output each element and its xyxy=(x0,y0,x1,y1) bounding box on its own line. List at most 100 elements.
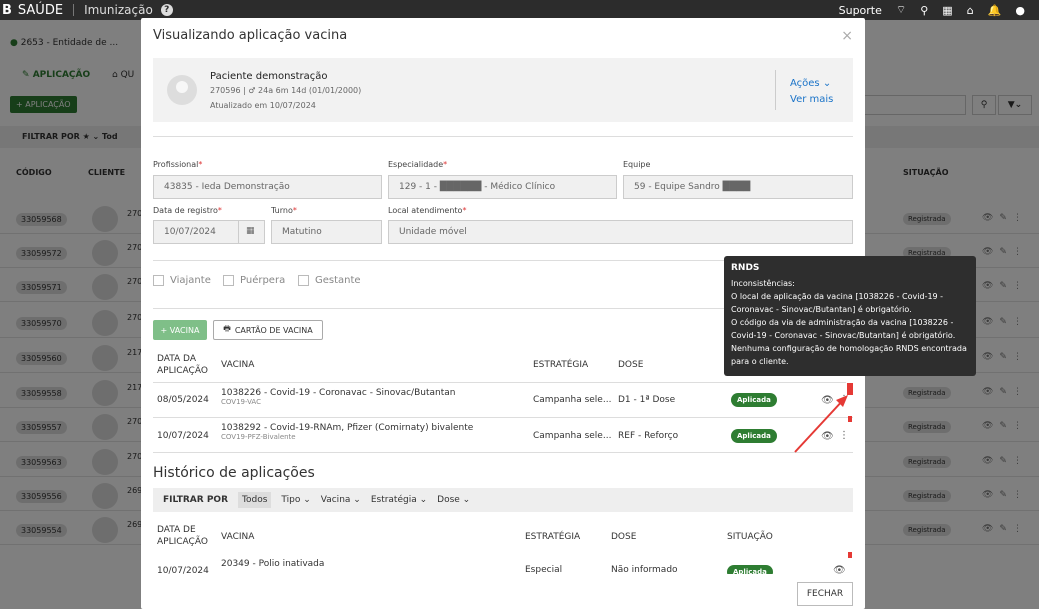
required-marker: * xyxy=(198,160,203,169)
checkbox-box[interactable] xyxy=(153,275,164,286)
rnds-alert-icon[interactable] xyxy=(846,382,854,396)
equipe-label: Equipe xyxy=(623,160,651,169)
history-filter-label: FILTRAR POR xyxy=(163,495,229,505)
filter-todos[interactable]: Todos xyxy=(238,492,272,508)
history-dose: Não informado xyxy=(611,565,678,574)
history-header-situacao: SITUAÇÃO xyxy=(727,532,773,542)
row1-vaccine: 1038226 - Covid-19 - Coronavac - Sinovac… xyxy=(221,388,455,406)
search-icon[interactable]: ⚲ xyxy=(920,4,928,17)
checkbox-label: Gestante xyxy=(315,275,361,286)
patient-info: 270596 | ♂ 24a 6m 14d (01/01/2000) xyxy=(210,86,362,95)
patient-updated: Atualizado em 10/07/2024 xyxy=(210,101,316,110)
status-badge: Aplicada xyxy=(731,393,777,407)
required-marker: * xyxy=(217,206,222,215)
history-vaccine: 20349 - Polio inativada xyxy=(221,559,325,569)
rnds-tooltip: RNDS Inconsistências: O local de aplicaç… xyxy=(724,256,976,376)
printer-icon: 🖶 xyxy=(223,324,231,333)
module-name[interactable]: Imunização xyxy=(84,3,153,17)
filter-vacina[interactable]: Vacina ⌄ xyxy=(321,495,361,505)
avatar-icon[interactable]: ● xyxy=(1015,4,1025,17)
home-icon[interactable]: ⌂ xyxy=(967,4,974,17)
brand-logo[interactable]: B xyxy=(2,3,12,18)
history-row: 10/07/2024 20349 - Polio inativada Espec… xyxy=(153,550,853,574)
header-dose: DOSE xyxy=(618,360,644,370)
divider xyxy=(153,452,853,453)
apps-grid-icon[interactable]: ▦ xyxy=(942,4,952,17)
row2-dose: REF - Reforço xyxy=(618,431,679,441)
checkbox-gestante[interactable]: Gestante xyxy=(298,275,361,286)
patient-name: Paciente demonstração xyxy=(210,71,328,82)
bell-icon[interactable]: 🔔 xyxy=(988,4,1002,17)
rnds-alert-marker[interactable] xyxy=(848,552,852,558)
profissional-field[interactable]: 43835 - Ieda Demonstração xyxy=(153,175,382,199)
divider xyxy=(775,70,776,110)
header-data-aplicacao: DATA DA APLICAÇÃO xyxy=(157,354,208,376)
history-date: 10/07/2024 xyxy=(157,566,209,574)
vaccine-card-button[interactable]: 🖶 CARTÃO DE VACINA xyxy=(213,320,323,340)
local-label: Local atendimento* xyxy=(388,206,466,215)
kebab-menu-icon[interactable]: ⋮ xyxy=(839,430,849,441)
row2-strategy: Campanha sele... xyxy=(533,431,612,441)
top-bar: B SAÚDE Imunização ? Suporte ⌔ ⚲ ▦ ⌂ 🔔 ● xyxy=(0,0,1039,20)
required-marker: * xyxy=(292,206,297,215)
checkbox-box[interactable] xyxy=(298,275,309,286)
filter-tipo[interactable]: Tipo ⌄ xyxy=(281,495,310,505)
history-title: Histórico de aplicações xyxy=(153,465,315,481)
close-button[interactable]: FECHAR xyxy=(797,582,853,606)
row2-date: 10/07/2024 xyxy=(157,431,209,441)
see-more-link[interactable]: Ver mais xyxy=(790,94,833,105)
modal-title: Visualizando aplicação vacina xyxy=(153,28,348,43)
tooltip-line: Inconsistências: xyxy=(731,279,795,288)
checkbox-puerpera[interactable]: Puérpera xyxy=(223,275,285,286)
row2-vaccine-name: 1038292 - Covid-19-RNAm, Pfizer (Comirna… xyxy=(221,423,474,433)
help-icon[interactable]: ? xyxy=(160,4,173,16)
turno-field[interactable]: Matutino xyxy=(271,220,382,244)
row1-vaccine-code: COV19-VAC xyxy=(221,398,261,406)
actions-dropdown[interactable]: Ações ⌄ xyxy=(790,78,831,89)
view-icon[interactable]: 👁 xyxy=(833,565,846,574)
avatar xyxy=(167,75,197,105)
checkbox-label: Viajante xyxy=(170,275,211,286)
data-registro-label: Data de registro* xyxy=(153,206,222,215)
rnds-alert-marker[interactable] xyxy=(848,416,852,422)
divider xyxy=(73,4,75,16)
patient-card: Paciente demonstração 270596 | ♂ 24a 6m … xyxy=(153,58,853,122)
checkbox-label: Puérpera xyxy=(240,275,286,286)
filter-estrategia[interactable]: Estratégia ⌄ xyxy=(371,495,427,505)
history-header-estrategia: ESTRATÉGIA xyxy=(525,532,581,542)
close-icon[interactable]: × xyxy=(841,28,853,44)
required-marker: * xyxy=(443,160,448,169)
checkbox-box[interactable] xyxy=(223,275,234,286)
filter-dose[interactable]: Dose ⌄ xyxy=(437,495,470,505)
turno-label-text: Turno xyxy=(271,206,293,215)
turno-label: Turno* xyxy=(271,206,297,215)
local-label-text: Local atendimento xyxy=(388,206,463,215)
local-field[interactable]: Unidade móvel xyxy=(388,220,853,244)
add-vacina-button[interactable]: + VACINA xyxy=(153,320,207,340)
row2-vaccine: 1038292 - Covid-19-RNAm, Pfizer (Comirna… xyxy=(221,423,473,441)
tooltip-title: RNDS xyxy=(731,263,760,273)
row1-vaccine-name: 1038226 - Covid-19 - Coronavac - Sinovac… xyxy=(221,388,456,398)
view-icon[interactable]: 👁 xyxy=(821,395,834,406)
brand-name: SAÚDE xyxy=(17,2,64,18)
checkbox-viajante[interactable]: Viajante xyxy=(153,275,211,286)
view-icon[interactable]: 👁 xyxy=(821,431,834,442)
equipe-field[interactable]: 59 - Equipe Sandro ████ xyxy=(623,175,853,199)
wifi-icon[interactable]: ⌔ xyxy=(896,3,906,17)
history-strategy: Especial xyxy=(525,565,563,574)
data-registro-field[interactable]: 10/07/2024 xyxy=(153,220,239,244)
history-header-vacina: VACINA xyxy=(221,532,255,542)
required-marker: * xyxy=(462,206,467,215)
header-estrategia: ESTRATÉGIA xyxy=(533,360,589,370)
support-link[interactable]: Suporte xyxy=(839,4,882,17)
vaccine-card-label: CARTÃO DE VACINA xyxy=(234,325,313,335)
especialidade-field[interactable]: 129 - 1 - ██████ - Médico Clínico xyxy=(388,175,617,199)
profissional-label: Profissional* xyxy=(153,160,202,169)
status-badge: Aplicada xyxy=(727,565,773,574)
tooltip-line: Nenhuma configuração de homologação RNDS… xyxy=(731,344,967,366)
calendar-icon[interactable]: ▦ xyxy=(238,220,265,244)
especialidade-label-text: Especialidade xyxy=(388,160,444,169)
tooltip-line: O código da via de administração da vaci… xyxy=(731,318,956,340)
data-registro-label-text: Data de registro xyxy=(153,206,218,215)
row1-date: 08/05/2024 xyxy=(157,395,209,405)
